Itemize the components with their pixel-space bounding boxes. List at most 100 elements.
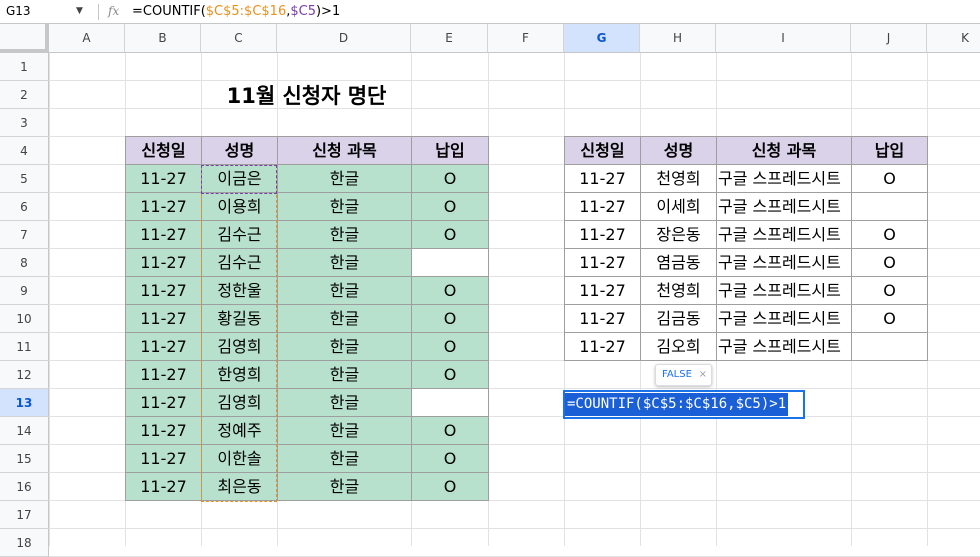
- left-table-cell[interactable]: 한글: [277, 164, 412, 193]
- row-header-17[interactable]: 17: [0, 501, 49, 529]
- left-table-cell[interactable]: 한글: [277, 304, 412, 333]
- row-header-5[interactable]: 5: [0, 165, 49, 193]
- column-header-j[interactable]: J: [851, 24, 927, 53]
- right-table-cell[interactable]: 11-27: [564, 304, 641, 333]
- right-table-header[interactable]: 납입: [851, 136, 928, 165]
- right-table-cell[interactable]: 구글 스프레드시트: [716, 220, 852, 249]
- right-table-cell[interactable]: 이세희: [640, 192, 717, 221]
- right-table-cell[interactable]: 11-27: [564, 332, 641, 361]
- left-table-cell[interactable]: O: [411, 220, 489, 249]
- left-table-header[interactable]: 신청 과목: [277, 136, 412, 165]
- left-table-header[interactable]: 납입: [411, 136, 489, 165]
- left-table-cell[interactable]: 한글: [277, 192, 412, 221]
- right-table-cell[interactable]: 구글 스프레드시트: [716, 332, 852, 361]
- left-table-cell[interactable]: 11-27: [125, 360, 202, 389]
- right-table-header[interactable]: 신청 과목: [716, 136, 852, 165]
- row-header-4[interactable]: 4: [0, 137, 49, 165]
- right-table-cell[interactable]: 구글 스프레드시트: [716, 164, 852, 193]
- row-header-18[interactable]: 18: [0, 529, 49, 557]
- left-table-cell[interactable]: 한글: [277, 360, 412, 389]
- row-header-7[interactable]: 7: [0, 221, 49, 249]
- left-table-cell[interactable]: 11-27: [125, 444, 202, 473]
- row-header-16[interactable]: 16: [0, 473, 49, 501]
- left-table-cell[interactable]: 11-27: [125, 416, 202, 445]
- left-table-cell[interactable]: O: [411, 416, 489, 445]
- column-header-i[interactable]: I: [716, 24, 851, 53]
- column-header-e[interactable]: E: [411, 24, 488, 53]
- left-table-cell[interactable]: O: [411, 332, 489, 361]
- left-table-cell[interactable]: O: [411, 472, 489, 501]
- column-header-g[interactable]: G: [564, 24, 640, 53]
- close-icon[interactable]: ×: [699, 365, 707, 385]
- row-header-11[interactable]: 11: [0, 333, 49, 361]
- left-table-cell[interactable]: 11-27: [125, 388, 202, 417]
- row-header-6[interactable]: 6: [0, 193, 49, 221]
- right-table-cell[interactable]: O: [851, 304, 928, 333]
- right-table-cell[interactable]: O: [851, 164, 928, 193]
- left-table-cell[interactable]: [411, 248, 489, 277]
- row-header-14[interactable]: 14: [0, 417, 49, 445]
- left-table-cell[interactable]: O: [411, 192, 489, 221]
- left-table-cell[interactable]: 한글: [277, 248, 412, 277]
- left-table-cell[interactable]: 한글: [277, 220, 412, 249]
- row-header-9[interactable]: 9: [0, 277, 49, 305]
- left-table-cell[interactable]: [411, 388, 489, 417]
- right-table-cell[interactable]: [851, 192, 928, 221]
- right-table-cell[interactable]: 김오희: [640, 332, 717, 361]
- right-table-cell[interactable]: O: [851, 276, 928, 305]
- left-table-cell[interactable]: 한글: [277, 444, 412, 473]
- right-table-header[interactable]: 신청일: [564, 136, 641, 165]
- left-table-cell[interactable]: O: [411, 360, 489, 389]
- left-table-cell[interactable]: 11-27: [125, 248, 202, 277]
- right-table-cell[interactable]: 천영희: [640, 276, 717, 305]
- left-table-cell[interactable]: 11-27: [125, 276, 202, 305]
- right-table-cell[interactable]: 11-27: [564, 164, 641, 193]
- left-table-cell[interactable]: 11-27: [125, 220, 202, 249]
- row-header-8[interactable]: 8: [0, 249, 49, 277]
- left-table-cell[interactable]: 한글: [277, 388, 412, 417]
- right-table-cell[interactable]: 구글 스프레드시트: [716, 304, 852, 333]
- left-table-cell[interactable]: O: [411, 304, 489, 333]
- right-table-cell[interactable]: 장은동: [640, 220, 717, 249]
- right-table-cell[interactable]: [851, 332, 928, 361]
- row-header-1[interactable]: 1: [0, 53, 49, 81]
- right-table-cell[interactable]: 구글 스프레드시트: [716, 192, 852, 221]
- left-table-cell[interactable]: 한글: [277, 276, 412, 305]
- column-header-b[interactable]: B: [125, 24, 201, 53]
- left-table-cell[interactable]: O: [411, 444, 489, 473]
- column-header-d[interactable]: D: [277, 24, 411, 53]
- row-header-13[interactable]: 13: [0, 389, 49, 417]
- row-header-12[interactable]: 12: [0, 361, 49, 389]
- column-header-f[interactable]: F: [488, 24, 564, 53]
- right-table-cell[interactable]: O: [851, 248, 928, 277]
- right-table-cell[interactable]: 11-27: [564, 192, 641, 221]
- right-table-cell[interactable]: 김금동: [640, 304, 717, 333]
- row-header-15[interactable]: 15: [0, 445, 49, 473]
- select-all-corner[interactable]: [0, 24, 49, 53]
- right-table-cell[interactable]: 11-27: [564, 220, 641, 249]
- left-table-header[interactable]: 성명: [201, 136, 278, 165]
- left-table-cell[interactable]: 11-27: [125, 304, 202, 333]
- right-table-cell[interactable]: 구글 스프레드시트: [716, 276, 852, 305]
- row-header-3[interactable]: 3: [0, 109, 49, 137]
- left-table-cell[interactable]: 11-27: [125, 192, 202, 221]
- column-header-k[interactable]: K: [927, 24, 980, 53]
- right-table-cell[interactable]: 11-27: [564, 248, 641, 277]
- left-table-header[interactable]: 신청일: [125, 136, 202, 165]
- right-table-cell[interactable]: 구글 스프레드시트: [716, 248, 852, 277]
- left-table-cell[interactable]: 11-27: [125, 472, 202, 501]
- left-table-cell[interactable]: 11-27: [125, 332, 202, 361]
- right-table-header[interactable]: 성명: [640, 136, 717, 165]
- left-table-cell[interactable]: 한글: [277, 416, 412, 445]
- cell-formula-text[interactable]: =COUNTIF($C$5:$C$16,$C5)>1: [565, 393, 789, 416]
- column-header-a[interactable]: A: [49, 24, 125, 53]
- chevron-down-icon[interactable]: ▼: [76, 0, 90, 23]
- right-table-cell[interactable]: 천영희: [640, 164, 717, 193]
- left-table-cell[interactable]: O: [411, 276, 489, 305]
- left-table-cell[interactable]: 한글: [277, 472, 412, 501]
- column-header-h[interactable]: H: [640, 24, 716, 53]
- left-table-cell[interactable]: 한글: [277, 332, 412, 361]
- right-table-cell[interactable]: 염금동: [640, 248, 717, 277]
- right-table-cell[interactable]: 11-27: [564, 276, 641, 305]
- row-header-2[interactable]: 2: [0, 81, 49, 109]
